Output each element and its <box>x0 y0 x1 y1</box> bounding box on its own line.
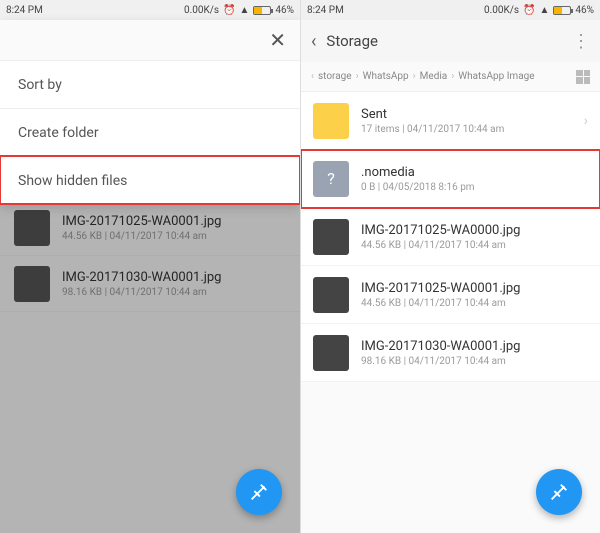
file-list: Sent 17 items | 04/11/2017 10:44 am › ? … <box>301 92 600 382</box>
folder-icon <box>313 103 349 139</box>
status-speed: 0.00K/s <box>184 5 219 16</box>
image-thumb <box>313 335 349 371</box>
file-name: IMG-20171025-WA0000.jpg <box>361 223 588 238</box>
right-screenshot: 8:24 PM 0.00K/s ⏰ ▲ 46% ‹ Storage ⋮ ‹ st… <box>300 0 600 533</box>
image-thumb <box>313 219 349 255</box>
chevron-right-icon: › <box>584 113 588 129</box>
crumb-sep: › <box>451 71 454 82</box>
file-sub: 44.56 KB | 04/11/2017 10:44 am <box>361 240 588 251</box>
file-name: IMG-20171025-WA0001.jpg <box>361 281 588 296</box>
menu-create-folder[interactable]: Create folder <box>0 108 300 156</box>
file-row-nomedia[interactable]: ? .nomedia 0 B | 04/05/2018 8:16 pm <box>301 150 600 208</box>
menu-label: Create folder <box>18 125 99 141</box>
status-bar: 8:24 PM 0.00K/s ⏰ ▲ 46% <box>301 0 600 20</box>
breadcrumb: ‹ storage › WhatsApp › Media › WhatsApp … <box>301 62 600 92</box>
fab-clean[interactable] <box>536 469 582 515</box>
file-name: .nomedia <box>361 165 588 180</box>
battery-icon <box>553 6 571 15</box>
status-time: 8:24 PM <box>307 5 344 16</box>
unknown-icon: ? <box>313 161 349 197</box>
page-title: Storage <box>326 32 562 50</box>
menu-label: Show hidden files <box>18 173 127 189</box>
crumb-seg[interactable]: Media <box>420 71 448 82</box>
file-sub: 98.16 KB | 04/11/2017 10:44 am <box>361 356 588 367</box>
crumb-sep: ‹ <box>311 71 314 82</box>
overflow-menu: ✕ Sort by Create folder Show hidden file… <box>0 20 300 204</box>
menu-sort-by[interactable]: Sort by <box>0 60 300 108</box>
status-right: 0.00K/s ⏰ ▲ 46% <box>184 5 294 16</box>
close-button[interactable]: ✕ <box>0 20 300 60</box>
status-bar: 8:24 PM 0.00K/s ⏰ ▲ 46% <box>0 0 300 20</box>
broom-icon <box>248 481 270 503</box>
more-button[interactable]: ⋮ <box>572 31 590 52</box>
file-sub: 17 items | 04/11/2017 10:44 am <box>361 124 572 135</box>
file-sub: 0 B | 04/05/2018 8:16 pm <box>361 182 588 193</box>
image-thumb <box>313 277 349 313</box>
crumb-seg[interactable]: storage <box>318 71 352 82</box>
crumb-sep: › <box>356 71 359 82</box>
file-sub: 44.56 KB | 04/11/2017 10:44 am <box>361 298 588 309</box>
crumb-seg[interactable]: WhatsApp <box>363 71 409 82</box>
status-battery: 46% <box>275 5 294 16</box>
file-row[interactable]: IMG-20171030-WA0001.jpg 98.16 KB | 04/11… <box>301 324 600 382</box>
file-row[interactable]: IMG-20171025-WA0001.jpg 44.56 KB | 04/11… <box>301 266 600 324</box>
wifi-icon: ▲ <box>540 5 550 16</box>
alarm-icon: ⏰ <box>223 5 235 16</box>
file-name: Sent <box>361 107 572 122</box>
alarm-icon: ⏰ <box>523 5 535 16</box>
wifi-icon: ▲ <box>240 5 250 16</box>
back-button[interactable]: ‹ <box>311 31 316 52</box>
status-speed: 0.00K/s <box>484 5 519 16</box>
status-battery: 46% <box>575 5 594 16</box>
close-icon: ✕ <box>269 28 286 52</box>
app-bar: ‹ Storage ⋮ <box>301 20 600 62</box>
menu-label: Sort by <box>18 77 62 93</box>
crumb-seg[interactable]: WhatsApp Image <box>458 71 534 82</box>
crumb-sep: › <box>413 71 416 82</box>
fab-clean[interactable] <box>236 469 282 515</box>
battery-icon <box>253 6 271 15</box>
menu-show-hidden[interactable]: Show hidden files <box>0 156 300 204</box>
file-name: IMG-20171030-WA0001.jpg <box>361 339 588 354</box>
folder-row-sent[interactable]: Sent 17 items | 04/11/2017 10:44 am › <box>301 92 600 150</box>
view-grid-button[interactable] <box>576 70 590 84</box>
file-row[interactable]: IMG-20171025-WA0000.jpg 44.56 KB | 04/11… <box>301 208 600 266</box>
left-screenshot: 8:24 PM 0.00K/s ⏰ ▲ 46% IMG-20171025-WA0… <box>0 0 300 533</box>
status-time: 8:24 PM <box>6 5 43 16</box>
status-right: 0.00K/s ⏰ ▲ 46% <box>484 5 594 16</box>
broom-icon <box>548 481 570 503</box>
